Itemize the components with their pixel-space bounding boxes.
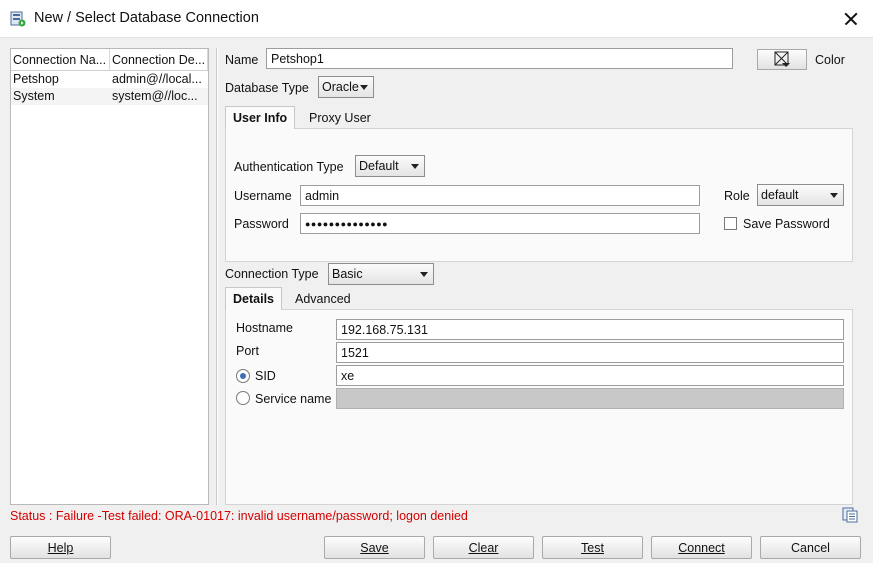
authentication-type-label: Authentication Type	[234, 160, 344, 174]
sid-field[interactable]: xe	[336, 365, 844, 386]
cancel-button-label: Cancel	[791, 541, 830, 555]
connection-name: System	[13, 89, 55, 103]
sid-label: SID	[255, 369, 276, 383]
sid-radio[interactable]	[236, 369, 250, 383]
splitter[interactable]	[216, 48, 218, 505]
connection-name: Petshop	[13, 72, 59, 86]
color-label: Color	[815, 53, 845, 67]
service-name-label: Service name	[255, 392, 332, 406]
name-label: Name	[225, 53, 259, 67]
connection-type-select[interactable]: Basic	[328, 263, 434, 285]
window-title: New / Select Database Connection	[34, 10, 259, 26]
tab-details[interactable]: Details	[225, 287, 282, 310]
test-button-label: Test	[581, 541, 604, 555]
database-type-label: Database Type	[225, 81, 309, 95]
help-button[interactable]: Help	[10, 536, 111, 559]
status-message: Status : Failure -Test failed: ORA-01017…	[10, 509, 468, 523]
tab-advanced[interactable]: Advanced	[288, 288, 358, 311]
save-password-label: Save Password	[743, 217, 830, 231]
clear-button[interactable]: Clear	[433, 536, 534, 559]
authentication-type-value: Default	[359, 159, 399, 173]
test-button[interactable]: Test	[542, 536, 643, 559]
connection-row[interactable]: System system@//loc...	[11, 88, 208, 105]
chevron-down-icon	[360, 85, 368, 90]
tab-proxy-user[interactable]: Proxy User	[302, 107, 378, 130]
service-name-field[interactable]	[336, 388, 844, 409]
connection-details: admin@//local...	[112, 72, 202, 86]
clear-button-label: Clear	[468, 541, 499, 555]
role-label: Role	[724, 189, 750, 203]
title-bar: New / Select Database Connection	[0, 0, 873, 38]
connection-list[interactable]: Connection Na... Connection De... Petsho…	[10, 48, 209, 505]
role-select[interactable]: default	[757, 184, 844, 206]
column-header-connection-details[interactable]: Connection De...	[110, 49, 208, 70]
username-label: Username	[234, 189, 292, 203]
database-connection-icon	[10, 11, 26, 27]
connect-button-label: Connect	[678, 541, 725, 555]
chevron-down-icon	[411, 164, 419, 169]
color-button[interactable]	[757, 49, 807, 70]
connection-list-header: Connection Na... Connection De...	[11, 49, 208, 71]
save-password-checkbox[interactable]	[724, 217, 737, 230]
copy-log-icon[interactable]	[842, 507, 858, 523]
name-field[interactable]: Petshop1	[266, 48, 733, 69]
database-type-select[interactable]: Oracle	[318, 76, 374, 98]
help-button-label: Help	[47, 541, 74, 555]
chevron-down-icon	[420, 272, 428, 277]
tab-user-info[interactable]: User Info	[225, 106, 296, 129]
role-value: default	[761, 188, 799, 202]
hostname-label: Hostname	[236, 321, 293, 335]
password-label: Password	[234, 217, 289, 231]
hostname-field[interactable]: 192.168.75.131	[336, 319, 844, 340]
database-type-value: Oracle	[322, 80, 359, 94]
port-label: Port	[236, 344, 259, 358]
chevron-down-icon	[830, 193, 838, 198]
connection-type-value: Basic	[332, 267, 363, 281]
connect-button[interactable]: Connect	[651, 536, 752, 559]
password-field[interactable]: ●●●●●●●●●●●●●●	[300, 213, 700, 234]
save-button-label: Save	[360, 541, 389, 555]
authentication-type-select[interactable]: Default	[355, 155, 425, 177]
close-icon[interactable]	[835, 4, 865, 34]
column-header-connection-name[interactable]: Connection Na...	[11, 49, 110, 70]
service-name-radio[interactable]	[236, 391, 250, 405]
connection-details: system@//loc...	[112, 89, 198, 103]
color-picker-icon	[774, 51, 790, 67]
port-field[interactable]: 1521	[336, 342, 844, 363]
connection-row[interactable]: Petshop admin@//local...	[11, 71, 208, 88]
username-field[interactable]: admin	[300, 185, 700, 206]
cancel-button[interactable]: Cancel	[760, 536, 861, 559]
save-button[interactable]: Save	[324, 536, 425, 559]
connection-type-label: Connection Type	[225, 267, 319, 281]
